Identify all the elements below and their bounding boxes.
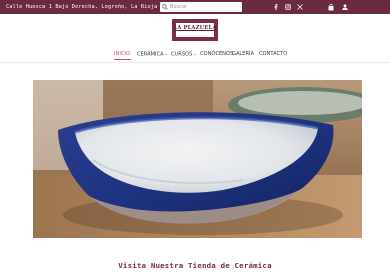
nav-item-contacto[interactable]: CONTACTO: [259, 48, 287, 60]
nav-item-label: CONTACTO: [259, 51, 288, 57]
site-logo[interactable]: LA PLAZUELA: [172, 19, 218, 41]
nav-item-label: CERÁMICA: [137, 51, 164, 58]
cart-icon[interactable]: [326, 0, 336, 14]
hero-image: [33, 80, 362, 238]
nav-item-label: INICIO: [114, 51, 130, 57]
nav-item-label: CURSOS: [171, 51, 193, 58]
instagram-icon[interactable]: [283, 0, 293, 14]
user-icon[interactable]: [340, 0, 350, 14]
header-divider: [0, 62, 390, 63]
nav-item-cursos[interactable]: CURSOS⌄: [171, 48, 197, 60]
nav-item-ceramica[interactable]: CERÁMICA⌄: [137, 48, 168, 60]
main-nav: INICIO CERÁMICA⌄ CURSOS⌄ CONÓCENOS GALER…: [0, 48, 390, 60]
nav-item-label: CONÓCENOS: [200, 51, 234, 57]
ceramic-bowl-photo: [33, 80, 362, 238]
active-nav-indicator: [114, 59, 131, 60]
nav-item-conocenos[interactable]: CONÓCENOS: [200, 48, 233, 60]
search-icon[interactable]: [160, 2, 169, 12]
store-address: Calle Huesca 1 Bajo Derecha, Logroño, La…: [6, 4, 158, 10]
x-icon[interactable]: [295, 0, 305, 14]
top-bar: Calle Huesca 1 Bajo Derecha, Logroño, La…: [0, 0, 390, 14]
chevron-down-icon: ⌄: [164, 51, 168, 56]
nav-item-galeria[interactable]: GALERÍA: [232, 48, 254, 60]
section-heading: Visita Nuestra Tienda de Cerámica: [118, 261, 272, 270]
nav-item-label: GALERÍA: [232, 51, 255, 57]
chevron-down-icon: ⌄: [193, 51, 197, 56]
search-input[interactable]: [169, 2, 239, 12]
search-box[interactable]: [160, 2, 242, 12]
logo-text: LA PLAZUELA: [173, 25, 217, 31]
facebook-icon[interactable]: [271, 0, 281, 14]
